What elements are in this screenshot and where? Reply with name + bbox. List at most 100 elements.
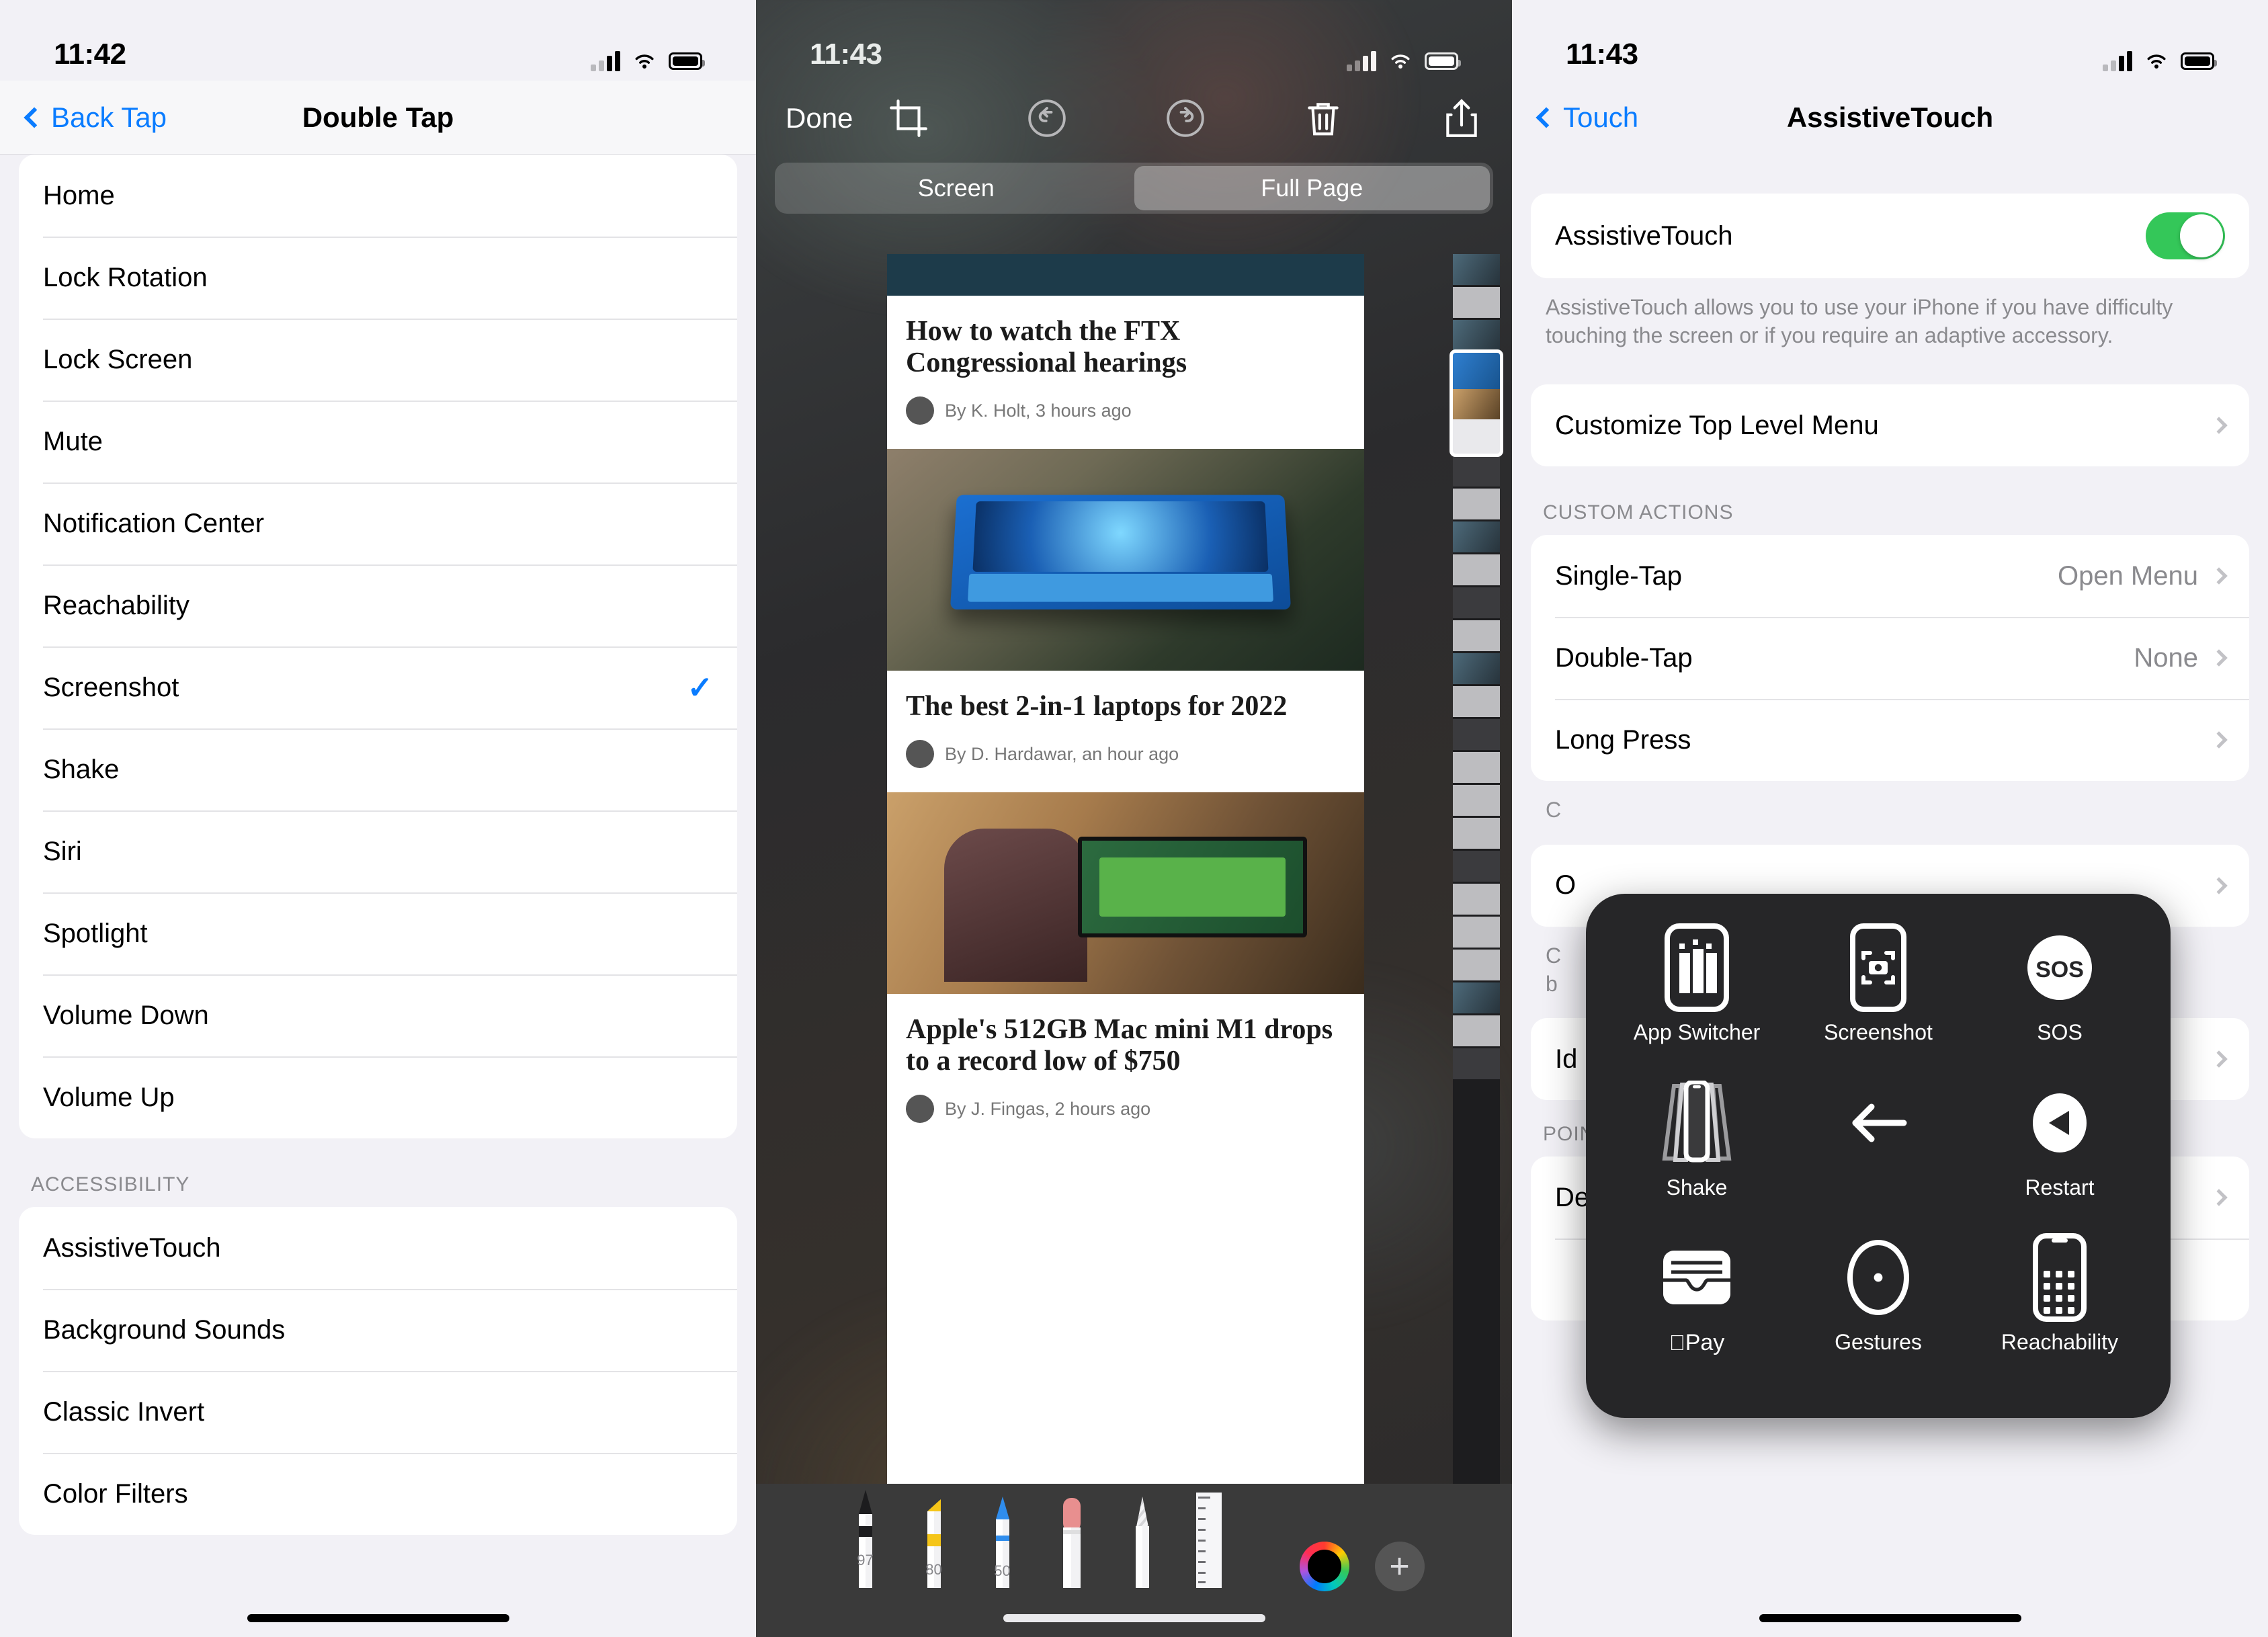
at-item-screenshot[interactable]: Screenshot	[1788, 923, 1969, 1079]
thumbnail[interactable]	[1453, 818, 1500, 849]
at-label: Reachability	[2001, 1330, 2119, 1355]
back-tap-action-row[interactable]: Volume Up	[19, 1056, 737, 1138]
accessibility-row[interactable]: Classic Invert	[19, 1371, 737, 1453]
done-button[interactable]: Done	[786, 102, 853, 134]
lasso-tool[interactable]	[1118, 1487, 1161, 1591]
list-item-label: Classic Invert	[43, 1396, 205, 1427]
thumbnail[interactable]	[1453, 686, 1500, 717]
accessibility-row[interactable]: AssistiveTouch	[19, 1207, 737, 1289]
at-item-apple-pay[interactable]: Pay	[1606, 1233, 1788, 1388]
back-tap-action-row[interactable]: Shake	[19, 728, 737, 810]
thumbnail[interactable]	[1453, 456, 1500, 487]
at-item-restart[interactable]: Restart	[1969, 1079, 2150, 1234]
screenshot-markup-screen: 11:43 Done	[756, 0, 1512, 1637]
pencil-tool[interactable]: 50	[981, 1487, 1024, 1591]
color-picker-button[interactable]	[1299, 1542, 1349, 1591]
app-switcher-icon	[1662, 923, 1732, 1012]
full-page-preview[interactable]: How to watch the FTX Congressional heari…	[756, 254, 1512, 1484]
capture-mode-segmented-control[interactable]: Screen Full Page	[775, 163, 1493, 214]
segment-1[interactable]: Full Page	[1134, 166, 1490, 210]
thumbnail[interactable]	[1453, 884, 1500, 915]
customize-top-level-menu-row[interactable]: Customize Top Level Menu	[1531, 384, 2249, 466]
custom-action-row[interactable]: Long Press	[1531, 699, 2249, 781]
share-icon[interactable]	[1441, 97, 1482, 139]
back-tap-action-row[interactable]: Home	[19, 155, 737, 237]
settings-scroll-area[interactable]: Home Lock Rotation Lock Screen Mute Notifica…	[0, 155, 756, 1637]
redo-icon[interactable]	[1165, 97, 1206, 139]
undo-icon[interactable]	[1026, 97, 1068, 139]
accessibility-row[interactable]: Color Filters	[19, 1453, 737, 1535]
segment-0[interactable]: Screen	[778, 166, 1134, 210]
back-tap-action-row[interactable]: Mute	[19, 401, 737, 482]
back-button[interactable]: Touch	[1536, 101, 1638, 134]
back-tap-action-row[interactable]: Notification Center	[19, 482, 737, 564]
highlighter-tool[interactable]: 80	[913, 1487, 956, 1591]
thumbnail[interactable]	[1453, 521, 1500, 552]
thumbnail[interactable]	[1453, 287, 1500, 318]
back-tap-action-row[interactable]: Reachability	[19, 564, 737, 646]
svg-text:SOS: SOS	[2035, 957, 2084, 982]
back-tap-action-row[interactable]: Lock Rotation	[19, 237, 737, 319]
thumbnail[interactable]	[1453, 587, 1500, 618]
thumbnail[interactable]	[1453, 982, 1500, 1013]
eraser-tool[interactable]	[1050, 1487, 1093, 1591]
thumbnail[interactable]	[1453, 489, 1500, 519]
accessibility-row[interactable]: Background Sounds	[19, 1289, 737, 1371]
page-thumbnail-strip[interactable]	[1450, 254, 1503, 1484]
accessibility-section-header: ACCESSIBILITY	[31, 1173, 190, 1195]
customize-menu-group: Customize Top Level Menu	[1531, 384, 2249, 467]
back-tap-action-row[interactable]: Volume Down	[19, 974, 737, 1056]
article-title: Apple's 512GB Mac mini M1 drops to a rec…	[906, 1014, 1333, 1077]
at-item-reachability[interactable]: Reachability	[1969, 1233, 2150, 1388]
home-indicator[interactable]	[1003, 1614, 1265, 1622]
thumbnail[interactable]	[1453, 320, 1500, 351]
thumbnail[interactable]	[1453, 554, 1500, 585]
trash-icon[interactable]	[1302, 97, 1344, 139]
thumbnail[interactable]	[1453, 1048, 1500, 1079]
assistivetouch-switch[interactable]	[2146, 212, 2225, 259]
thumbnail[interactable]	[1453, 254, 1500, 285]
article-hero-image	[887, 449, 1364, 671]
crop-icon[interactable]	[888, 97, 929, 139]
thumbnail-selected[interactable]	[1450, 349, 1503, 457]
thumbnail[interactable]	[1453, 653, 1500, 684]
back-tap-action-row[interactable]: Siri	[19, 810, 737, 892]
thumbnail[interactable]	[1453, 752, 1500, 783]
custom-action-row[interactable]: Double-Tap None	[1531, 617, 2249, 699]
custom-actions-section-header: CUSTOM ACTIONS	[1543, 501, 1734, 524]
thumbnail[interactable]	[1453, 719, 1500, 750]
thumbnail[interactable]	[1453, 785, 1500, 816]
highlighter-size-value: 80	[925, 1561, 942, 1578]
custom-action-row[interactable]: Single-Tap Open Menu	[1531, 535, 2249, 617]
thumbnail[interactable]	[1453, 917, 1500, 948]
back-tap-action-row[interactable]: Lock Screen	[19, 319, 737, 401]
thumbnail[interactable]	[1453, 1015, 1500, 1046]
assistivetouch-menu-overlay[interactable]: App Switcher Screenshot SOS SOS Shake Re…	[1586, 894, 2171, 1418]
at-item-gestures[interactable]: Gestures	[1788, 1233, 1969, 1388]
thumbnail[interactable]	[1453, 851, 1500, 882]
home-indicator[interactable]	[247, 1614, 509, 1622]
list-item-label: Volume Down	[43, 1000, 209, 1030]
captured-page: How to watch the FTX Congressional heari…	[887, 254, 1364, 1484]
back-tap-action-row[interactable]: Screenshot ✓	[19, 646, 737, 728]
back-tap-action-row[interactable]: Spotlight	[19, 892, 737, 974]
thumbnail[interactable]	[1453, 620, 1500, 651]
back-tap-double-tap-screen: 11:42 Back Tap Double Tap Home Lock Rotat…	[0, 0, 756, 1637]
gestures-icon	[1845, 1233, 1912, 1322]
ruler-tool[interactable]	[1187, 1487, 1230, 1591]
at-item-app-switcher[interactable]: App Switcher	[1606, 923, 1788, 1079]
list-item-accessory: Open Menu	[2058, 561, 2228, 591]
at-item-shake[interactable]: Shake	[1606, 1079, 1788, 1234]
wifi-icon	[635, 54, 654, 69]
list-item-accessory: ✓	[687, 669, 713, 706]
list-item-label: Spotlight	[43, 918, 148, 948]
thumbnail[interactable]	[1453, 950, 1500, 980]
at-item-back[interactable]	[1788, 1079, 1969, 1234]
home-indicator[interactable]	[1759, 1614, 2021, 1622]
at-label: Pay	[1669, 1330, 1725, 1356]
at-item-sos[interactable]: SOS SOS	[1969, 923, 2150, 1079]
add-tool-button[interactable]: +	[1374, 1542, 1425, 1591]
back-button[interactable]: Back Tap	[24, 101, 167, 134]
assistivetouch-toggle-row[interactable]: AssistiveTouch	[1531, 194, 2249, 278]
pen-tool[interactable]: 97	[844, 1487, 887, 1591]
